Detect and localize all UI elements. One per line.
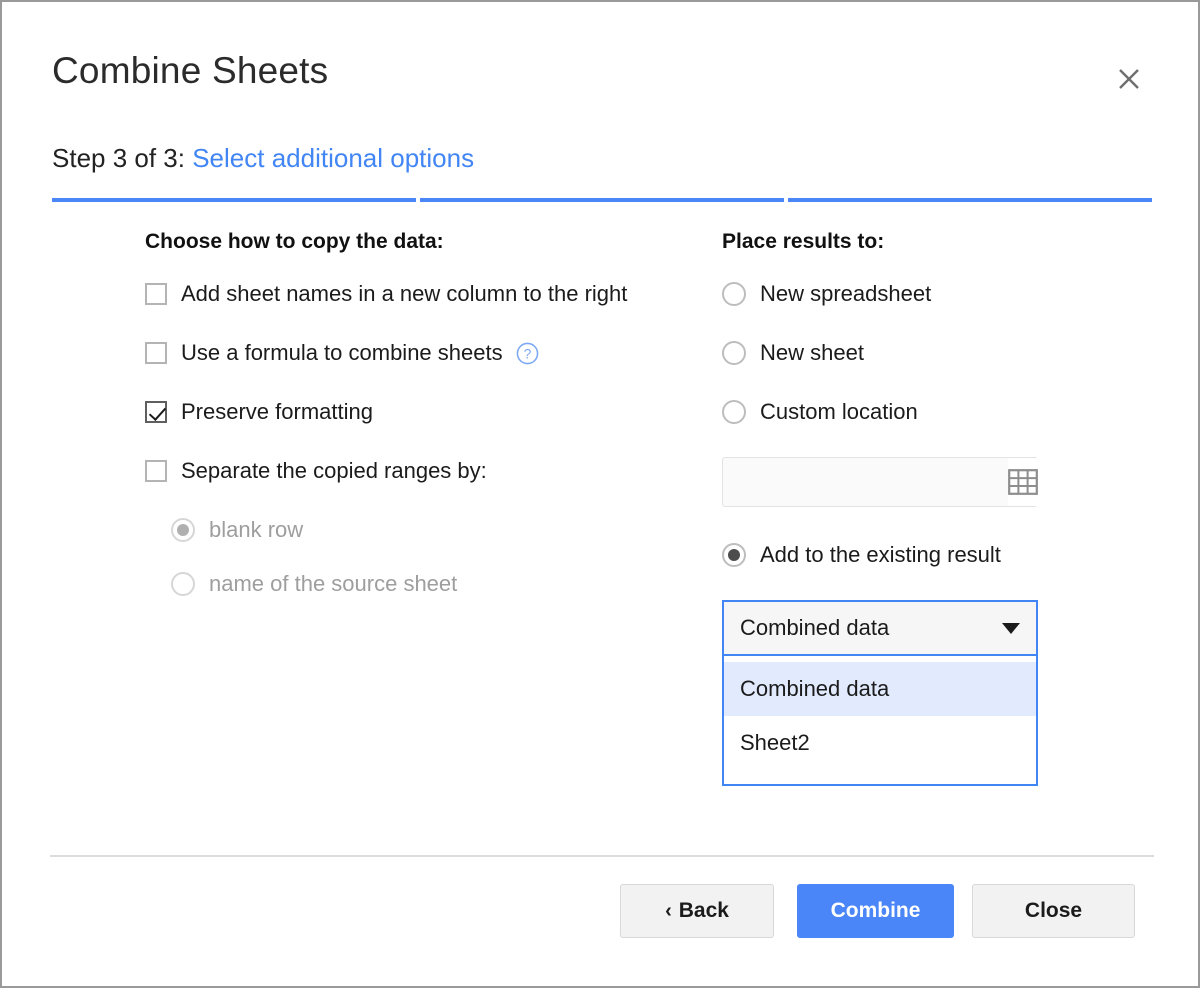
- radio-custom-location[interactable]: [722, 400, 746, 424]
- caret-down-icon: [1002, 622, 1020, 634]
- progress-segment-3: [788, 198, 1152, 202]
- footer-divider: [50, 855, 1154, 857]
- option-label: Add to the existing result: [760, 542, 1001, 567]
- grid-range-picker-icon: [1008, 469, 1038, 495]
- progress-segment-1: [52, 198, 416, 202]
- option-new-sheet[interactable]: New sheet: [722, 339, 1122, 367]
- option-label: Add sheet names in a new column to the r…: [181, 281, 628, 306]
- radio-blank-row[interactable]: [171, 518, 195, 542]
- option-use-formula[interactable]: Use a formula to combine sheets ?: [145, 339, 705, 367]
- radio-new-sheet[interactable]: [722, 341, 746, 365]
- close-dialog-button[interactable]: [1108, 58, 1150, 100]
- dropdown-option-label: Sheet2: [740, 730, 810, 755]
- chevron-left-icon: ‹: [665, 899, 672, 922]
- option-label: Separate the copied ranges by:: [181, 458, 487, 483]
- range-picker-button[interactable]: [1008, 458, 1038, 506]
- step-indicator: Step 3 of 3: Select additional options: [52, 143, 474, 174]
- option-source-sheet-name[interactable]: name of the source sheet: [171, 570, 705, 598]
- option-label: Use a formula to combine sheets: [181, 340, 503, 365]
- close-button[interactable]: Close: [972, 884, 1135, 938]
- option-label: blank row: [209, 517, 304, 542]
- close-icon: [1119, 69, 1139, 89]
- select-value-label: Combined data: [740, 615, 890, 640]
- existing-result-dropdown-list: Combined data Sheet2: [722, 656, 1038, 786]
- progress-segment-2: [420, 198, 784, 202]
- option-label: Preserve formatting: [181, 399, 373, 424]
- back-button-label: Back: [678, 899, 729, 922]
- copy-options-column: Choose how to copy the data: Add sheet n…: [145, 230, 705, 624]
- checkbox-use-formula[interactable]: [145, 342, 167, 364]
- dropdown-option-combined-data[interactable]: Combined data: [724, 662, 1036, 716]
- option-preserve-formatting[interactable]: Preserve formatting: [145, 398, 705, 426]
- dropdown-option-label: Combined data: [740, 676, 890, 701]
- option-label: name of the source sheet: [209, 571, 458, 596]
- copy-options-heading: Choose how to copy the data:: [145, 230, 444, 253]
- option-separate-ranges[interactable]: Separate the copied ranges by:: [145, 457, 705, 485]
- page-title: Combine Sheets: [52, 50, 329, 91]
- option-new-spreadsheet[interactable]: New spreadsheet: [722, 280, 1122, 308]
- step-progress-bar: [52, 198, 1152, 202]
- radio-add-to-existing-result[interactable]: [722, 543, 746, 567]
- existing-result-select[interactable]: Combined data: [722, 600, 1038, 656]
- checkbox-preserve-formatting[interactable]: [145, 401, 167, 423]
- checkbox-separate-ranges[interactable]: [145, 460, 167, 482]
- step-prefix-label: Step 3 of 3:: [52, 143, 193, 173]
- option-label: New spreadsheet: [760, 281, 932, 306]
- place-results-column: Place results to: New spreadsheet New sh…: [722, 230, 1122, 786]
- combine-button[interactable]: Combine: [797, 884, 954, 938]
- help-circle-icon[interactable]: ?: [516, 342, 539, 365]
- custom-location-input-wrapper: [722, 457, 1038, 507]
- dialog-footer: Ablebits ?: [2, 866, 1198, 986]
- option-label: Custom location: [760, 399, 918, 424]
- radio-source-sheet-name[interactable]: [171, 572, 195, 596]
- svg-text:?: ?: [523, 345, 531, 361]
- option-add-to-existing-result[interactable]: Add to the existing result: [722, 541, 1122, 569]
- back-button[interactable]: ‹ Back: [620, 884, 774, 938]
- option-label: New sheet: [760, 340, 864, 365]
- checkbox-add-sheet-names[interactable]: [145, 283, 167, 305]
- custom-location-input[interactable]: [723, 458, 1008, 506]
- radio-new-spreadsheet[interactable]: [722, 282, 746, 306]
- place-results-heading: Place results to:: [722, 230, 885, 253]
- combine-button-label: Combine: [830, 899, 921, 922]
- option-custom-location[interactable]: Custom location: [722, 398, 1122, 426]
- combine-sheets-dialog: Combine Sheets Step 3 of 3: Select addit…: [0, 0, 1200, 988]
- option-add-sheet-names[interactable]: Add sheet names in a new column to the r…: [145, 280, 705, 308]
- dropdown-option-sheet2[interactable]: Sheet2: [724, 716, 1036, 770]
- step-title-link[interactable]: Select additional options: [192, 143, 474, 173]
- option-blank-row[interactable]: blank row: [171, 516, 705, 544]
- close-button-label: Close: [1024, 899, 1083, 922]
